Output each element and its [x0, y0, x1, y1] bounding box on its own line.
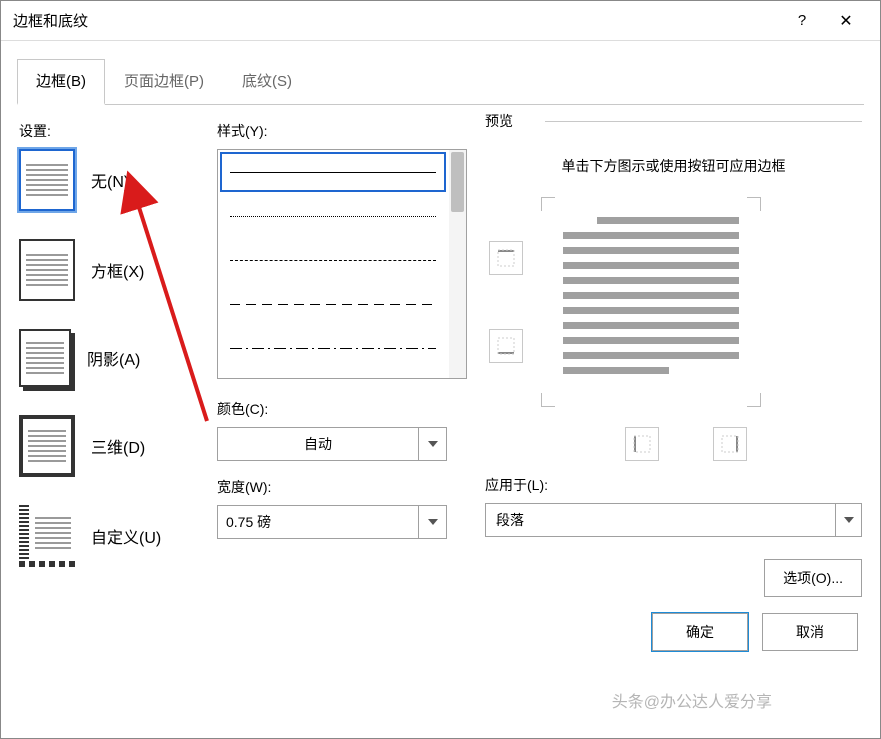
- tab-shading-label: 底纹(S): [242, 73, 292, 90]
- border-bottom-button[interactable]: [489, 329, 523, 363]
- width-dropdown[interactable]: 0.75 磅: [217, 505, 447, 539]
- border-right-icon: [720, 434, 740, 454]
- style-dashed-long[interactable]: [218, 282, 448, 326]
- border-left-icon: [632, 434, 652, 454]
- setting-none-label: 无(N): [91, 168, 129, 192]
- style-dashed-short[interactable]: [218, 238, 448, 282]
- preview-fieldset: 预览 单击下方图示或使用按钮可应用边框: [485, 121, 862, 461]
- preview-body: [485, 197, 862, 407]
- help-button[interactable]: ?: [780, 1, 824, 41]
- tab-page-border-label: 页面边框(P): [124, 73, 204, 90]
- apply-to-value: 段落: [486, 504, 835, 536]
- chevron-down-icon: [428, 519, 438, 525]
- setting-box-icon: [19, 239, 75, 301]
- style-dash-dot[interactable]: [218, 326, 448, 370]
- setting-custom[interactable]: 自定义(U): [19, 505, 199, 567]
- preview-bottom-buttons: [485, 427, 862, 461]
- setting-box-label: 方框(X): [91, 258, 144, 282]
- setting-3d-icon: [19, 415, 75, 477]
- apply-to-dropdown[interactable]: 段落: [485, 503, 862, 537]
- preview-paragraph-icon: [563, 217, 739, 387]
- tab-shading[interactable]: 底纹(S): [223, 59, 311, 105]
- close-button[interactable]: ✕: [824, 1, 868, 41]
- setting-custom-icon: [19, 505, 75, 567]
- preview-left-buttons: [485, 241, 523, 363]
- watermark-text: 头条@办公达人爱分享: [612, 688, 772, 712]
- cancel-button[interactable]: 取消: [762, 613, 858, 651]
- tab-underline: [17, 104, 864, 105]
- style-list-inner: [218, 150, 448, 378]
- setting-3d-label: 三维(D): [91, 434, 145, 458]
- border-top-icon: [496, 248, 516, 268]
- apply-to-label: 应用于(L):: [485, 475, 862, 495]
- chevron-down-icon: [844, 517, 854, 523]
- options-button-label: 选项(O)...: [783, 570, 843, 586]
- color-label: 颜色(C):: [217, 399, 467, 419]
- borders-shading-dialog: 边框和底纹 ? ✕ 边框(B) 页面边框(P) 底纹(S) 设置: 无(N): [0, 0, 881, 739]
- style-scrollbar-thumb[interactable]: [451, 152, 464, 212]
- dialog-footer: 确定 取消: [1, 603, 880, 667]
- border-left-button[interactable]: [625, 427, 659, 461]
- style-column: 样式(Y): 颜色(C): 自动 宽度(W):: [217, 121, 467, 597]
- border-right-button[interactable]: [713, 427, 747, 461]
- style-scrollbar[interactable]: [449, 150, 466, 378]
- border-bottom-icon: [496, 336, 516, 356]
- width-label: 宽度(W):: [217, 477, 467, 497]
- style-dotted[interactable]: [218, 194, 448, 238]
- setting-3d[interactable]: 三维(D): [19, 415, 199, 477]
- apply-to-arrow: [835, 504, 861, 536]
- style-listbox[interactable]: [217, 149, 467, 379]
- options-button[interactable]: 选项(O)...: [764, 559, 862, 597]
- corner-bl-icon: [541, 393, 555, 407]
- options-row: 选项(O)...: [485, 559, 862, 597]
- preview-hint: 单击下方图示或使用按钮可应用边框: [495, 155, 852, 179]
- setting-shadow[interactable]: 阴影(A): [19, 329, 199, 387]
- corner-br-icon: [747, 393, 761, 407]
- ok-button[interactable]: 确定: [652, 613, 748, 651]
- ok-button-label: 确定: [686, 624, 714, 640]
- settings-column: 设置: 无(N) 方框(X) 阴影(: [19, 121, 199, 597]
- color-dropdown[interactable]: 自动: [217, 427, 447, 461]
- dialog-title: 边框和底纹: [13, 10, 780, 31]
- border-top-button[interactable]: [489, 241, 523, 275]
- tab-borders-label: 边框(B): [36, 73, 86, 90]
- tab-page-border[interactable]: 页面边框(P): [105, 59, 223, 105]
- color-dropdown-arrow: [418, 428, 446, 460]
- color-value: 自动: [218, 428, 418, 460]
- setting-shadow-icon: [19, 329, 71, 387]
- width-value: 0.75 磅: [218, 506, 418, 538]
- style-label: 样式(Y):: [217, 121, 467, 141]
- apply-to-section: 应用于(L): 段落: [485, 475, 862, 537]
- setting-none[interactable]: 无(N): [19, 149, 199, 211]
- preview-rule: [545, 121, 862, 122]
- corner-tr-icon: [747, 197, 761, 211]
- setting-custom-label: 自定义(U): [91, 524, 161, 548]
- chevron-down-icon: [428, 441, 438, 447]
- tab-strip: 边框(B) 页面边框(P) 底纹(S): [1, 41, 880, 105]
- preview-canvas[interactable]: [541, 197, 761, 407]
- setting-box[interactable]: 方框(X): [19, 239, 199, 301]
- settings-label: 设置:: [19, 121, 199, 141]
- corner-tl-icon: [541, 197, 555, 211]
- cancel-button-label: 取消: [796, 624, 824, 640]
- preview-column: 预览 单击下方图示或使用按钮可应用边框: [485, 121, 862, 597]
- content-area: 设置: 无(N) 方框(X) 阴影(: [1, 105, 880, 603]
- setting-none-icon: [19, 149, 75, 211]
- preview-legend: 预览: [485, 111, 521, 131]
- style-solid[interactable]: [218, 150, 448, 194]
- width-dropdown-arrow: [418, 506, 446, 538]
- tab-borders[interactable]: 边框(B): [17, 59, 105, 105]
- titlebar: 边框和底纹 ? ✕: [1, 1, 880, 41]
- setting-shadow-label: 阴影(A): [87, 346, 140, 370]
